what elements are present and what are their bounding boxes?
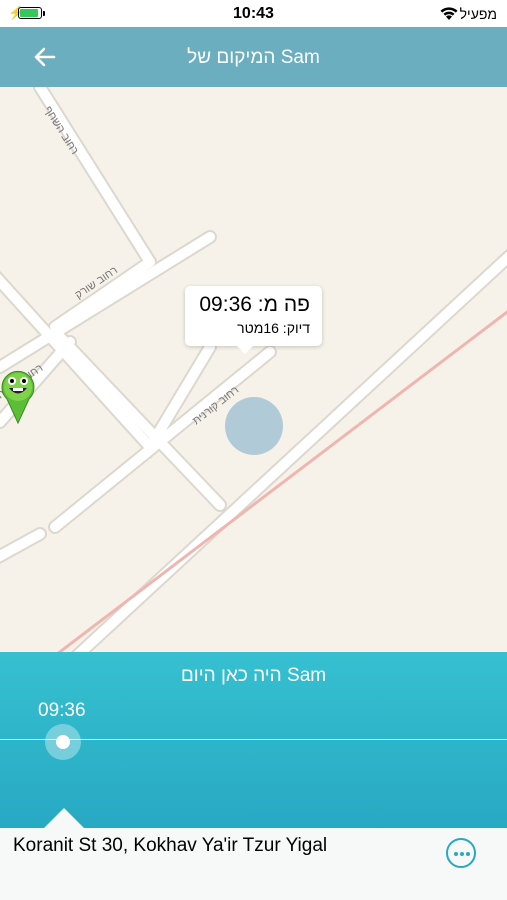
- timeline-time-label: 09:36: [38, 700, 86, 721]
- timeline-knob[interactable]: [56, 735, 70, 749]
- address-text: Koranit St 30, Kokhav Ya'ir Tzur Yigal: [13, 835, 328, 856]
- carrier-label: מפעיל: [459, 6, 497, 22]
- location-callout: פה מ: 09:36 דיוק: 16מטר: [185, 286, 322, 354]
- panel-pointer: [44, 808, 84, 828]
- accuracy-circle: [225, 397, 283, 455]
- callout-time: פה מ: 09:36: [199, 293, 310, 316]
- address-footer: Koranit St 30, Kokhav Ya'ir Tzur Yigal: [0, 828, 507, 900]
- wifi-icon: [440, 7, 458, 20]
- map-streets: רחוב השחף רחוב שורק רחוב נחל ה רחוב קורנ…: [0, 87, 507, 652]
- map-view[interactable]: רחוב השחף רחוב שורק רחוב נחל ה רחוב קורנ…: [0, 87, 507, 652]
- app-header: המיקום של Sam: [0, 27, 507, 87]
- page-title: המיקום של Sam: [187, 47, 320, 68]
- timeline-panel: Sam היה כאן היום 09:36: [0, 652, 507, 828]
- more-options-icon[interactable]: [446, 838, 476, 868]
- status-time: 10:43: [233, 5, 274, 22]
- callout-accuracy: דיוק: 16מטר: [237, 320, 310, 336]
- status-bar: ⚡ 10:43 מפעיל: [0, 0, 507, 27]
- timeline-title: Sam היה כאן היום: [180, 665, 327, 686]
- green-face-pin-icon[interactable]: [0, 369, 36, 425]
